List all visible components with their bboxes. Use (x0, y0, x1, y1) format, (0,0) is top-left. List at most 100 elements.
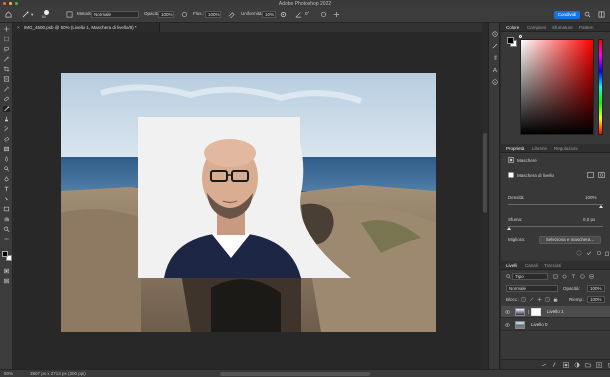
tool-preset-chevron[interactable]: ▾ (31, 12, 33, 18)
lock-artboard-icon[interactable] (545, 297, 550, 302)
tab-color[interactable]: Colore (506, 25, 519, 30)
layer-filter-select[interactable]: Tipo (512, 273, 548, 280)
eye-icon[interactable] (505, 310, 510, 314)
scrollbar-thumb[interactable] (483, 133, 487, 213)
workspace-icon[interactable] (598, 11, 605, 18)
blend-mode-select[interactable]: Normale (506, 285, 558, 292)
tab-channels[interactable]: Canali (525, 263, 538, 268)
canvas-horizontal-scrollbar[interactable] (220, 372, 370, 376)
feather-slider[interactable] (508, 226, 603, 227)
paragraph-icon[interactable] (492, 55, 498, 61)
marquee-tool[interactable] (3, 36, 10, 42)
home-icon[interactable] (5, 11, 12, 18)
layer-name[interactable]: Livello 1 (547, 309, 564, 314)
color-field[interactable] (520, 39, 594, 135)
feather-value[interactable]: 0,0 px (583, 217, 595, 222)
close-tab-button[interactable]: × (17, 23, 20, 32)
layer-row-livello-1[interactable]: Livello 1 (501, 306, 610, 318)
more-tools[interactable] (3, 236, 10, 242)
mode-select[interactable]: Normale (91, 11, 139, 18)
filter-adjustment-icon[interactable] (562, 274, 567, 279)
smoothing-input[interactable]: 10% (262, 11, 276, 18)
load-selection-icon[interactable] (576, 250, 582, 256)
brush-tool[interactable] (3, 106, 10, 112)
disable-mask-icon[interactable] (596, 250, 602, 256)
info-icon[interactable] (492, 79, 498, 85)
tab-adjustments[interactable]: Regolazioni (554, 146, 578, 151)
clone-stamp-tool[interactable] (3, 116, 10, 122)
move-tool[interactable] (3, 26, 10, 32)
path-selection-tool[interactable] (3, 196, 10, 202)
layer-mask-thumbnail[interactable] (531, 308, 541, 316)
character-icon[interactable] (492, 67, 498, 73)
history-brush-tool[interactable] (3, 126, 10, 132)
color-panel-foreground-swatch[interactable] (507, 37, 514, 44)
filter-smart-object-icon[interactable] (589, 274, 594, 279)
eyedropper-tool[interactable] (3, 86, 10, 92)
angle-value[interactable]: 0° (305, 11, 309, 16)
gradient-tool[interactable] (3, 146, 10, 152)
document-canvas[interactable] (61, 73, 436, 332)
fill-input[interactable]: 100% (587, 296, 605, 303)
zoom-tool[interactable] (3, 226, 10, 232)
document-info[interactable]: 3807 px x 2713 px (300 ppi) (30, 371, 86, 376)
blur-tool[interactable] (3, 156, 10, 162)
layer-name[interactable]: Livello 0 (531, 322, 548, 327)
type-tool[interactable] (3, 186, 10, 192)
tab-properties[interactable]: Proprietà (506, 146, 524, 151)
lock-all-icon[interactable] (553, 297, 558, 302)
density-slider-knob[interactable] (599, 205, 603, 208)
gear-icon[interactable] (280, 11, 287, 18)
brush-preset-picker[interactable]: 60 (42, 10, 52, 19)
brush-icon[interactable] (22, 11, 29, 18)
brushes-panel-icon[interactable] (492, 43, 498, 49)
hand-tool[interactable] (3, 216, 10, 222)
pressure-size-icon[interactable] (320, 11, 327, 18)
tab-libraries[interactable]: Librerie (532, 146, 547, 151)
filter-shape-icon[interactable] (580, 274, 585, 279)
share-button[interactable]: Condividi (554, 11, 580, 19)
density-value[interactable]: 100% (585, 195, 597, 200)
healing-tool[interactable] (3, 96, 10, 102)
lock-pixels-icon[interactable] (521, 297, 526, 302)
tab-patterns[interactable]: Pattern (579, 25, 594, 30)
vector-mask-icon[interactable] (587, 172, 594, 178)
add-vector-mask-icon[interactable] (598, 172, 605, 178)
search-icon[interactable] (584, 11, 591, 18)
lock-image-icon[interactable] (529, 297, 534, 302)
layer-row-livello-0[interactable]: Livello 0 (501, 319, 610, 331)
dodge-tool[interactable] (3, 166, 10, 172)
eye-icon[interactable] (505, 323, 510, 327)
document-tab[interactable]: × IMG_4500.psb @ 50% (Livello 1, Mascher… (14, 23, 160, 32)
opacity-input[interactable]: 100% (158, 11, 174, 18)
tab-paths[interactable]: Tracciati (544, 263, 561, 268)
pixel-mask-icon[interactable] (508, 157, 514, 163)
add-mask-icon[interactable] (563, 362, 569, 368)
hue-slider[interactable] (598, 39, 603, 135)
symmetry-icon[interactable] (333, 11, 340, 18)
lasso-tool[interactable] (3, 46, 10, 52)
color-picker-marker[interactable] (519, 35, 522, 38)
layer-opacity-input[interactable]: 100% (587, 285, 605, 292)
pressure-opacity-icon[interactable] (181, 11, 188, 18)
tab-layers[interactable]: Livelli (506, 263, 517, 268)
crop-tool[interactable] (3, 66, 10, 72)
new-layer-icon[interactable] (596, 362, 602, 368)
brush-settings-icon[interactable] (66, 11, 73, 18)
density-slider[interactable] (508, 204, 603, 205)
screen-mode-toggle[interactable] (3, 278, 10, 284)
tab-swatches[interactable]: Campioni (527, 25, 546, 30)
filter-pixel-icon[interactable] (553, 274, 558, 279)
link-icon[interactable] (527, 310, 530, 314)
feather-slider-knob[interactable] (507, 227, 511, 230)
foreground-color-swatch[interactable] (2, 251, 8, 257)
tab-gradients[interactable]: Sfumature (552, 25, 573, 30)
folder-icon[interactable] (585, 362, 591, 368)
select-and-mask-button[interactable]: Seleziona e maschera... (539, 236, 601, 244)
history-icon[interactable] (492, 31, 498, 37)
airbrush-icon[interactable] (228, 11, 235, 18)
quick-mask-toggle[interactable] (3, 268, 10, 274)
fx-icon[interactable] (552, 362, 558, 368)
apply-mask-icon[interactable] (586, 250, 592, 256)
frame-tool[interactable] (3, 76, 10, 82)
